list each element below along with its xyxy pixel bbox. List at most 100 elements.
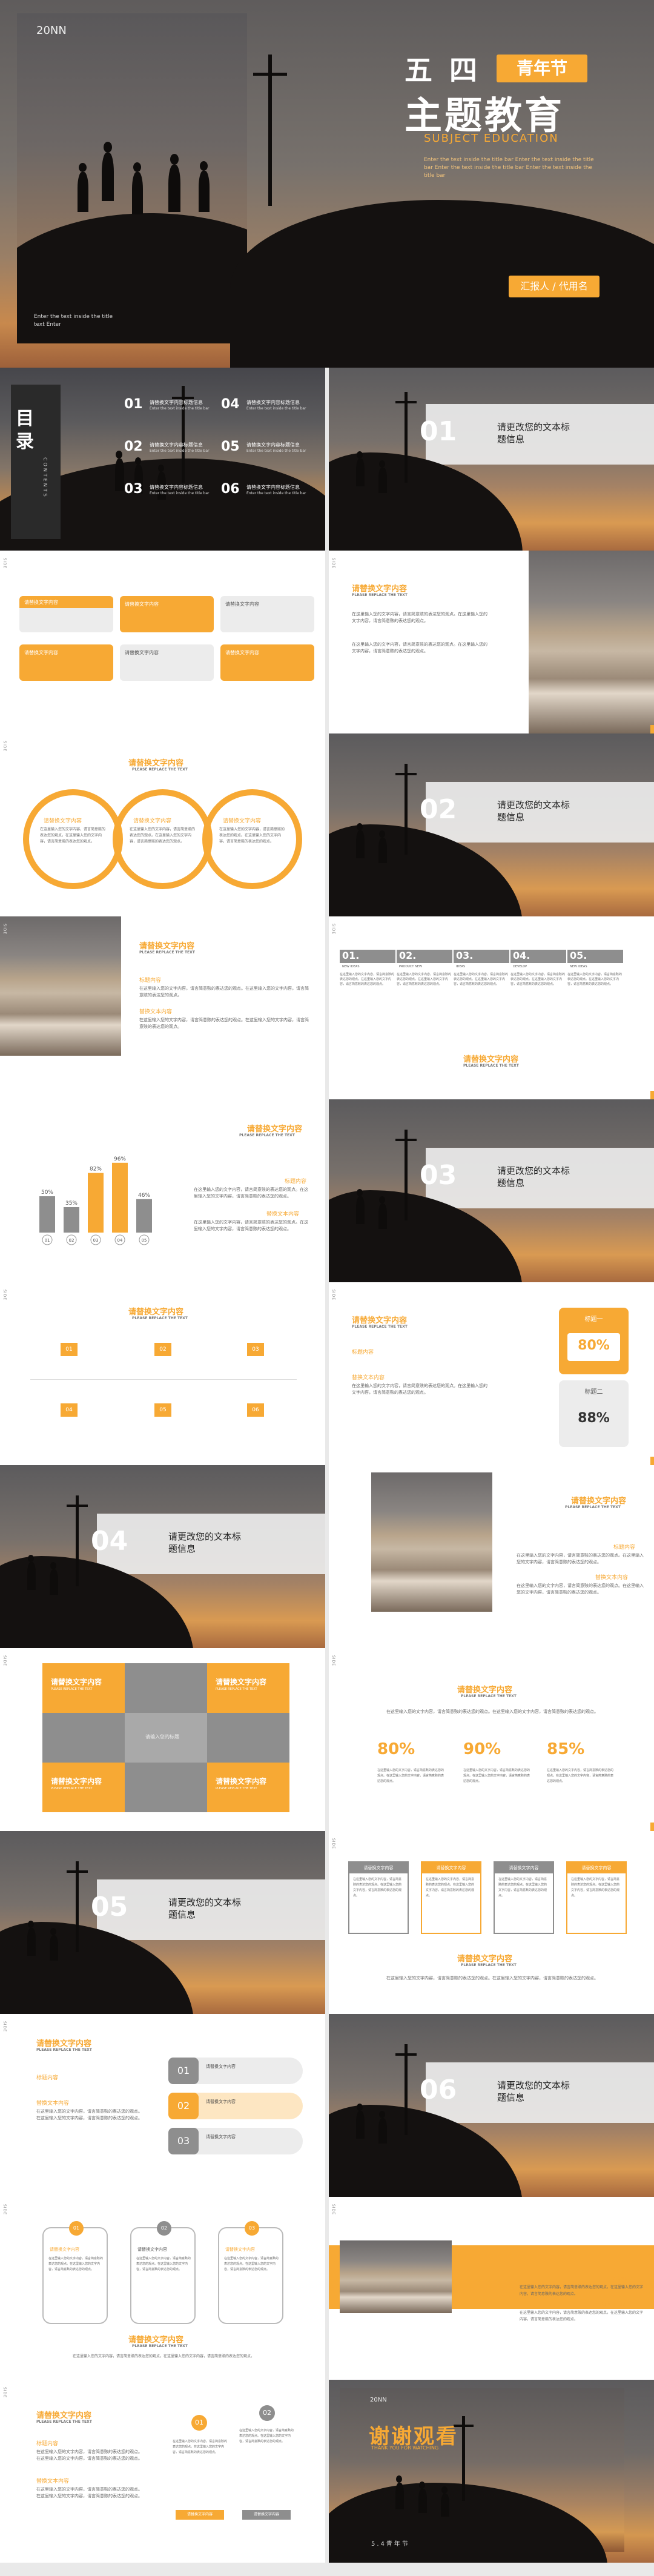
cover-reporter-text: 汇报人 / 代用名 — [520, 280, 588, 292]
cell-sub: PLEASE REPLACE THE TEXT — [216, 1687, 257, 1691]
grid-slide[interactable]: 请替换文字内容 PLEASE REPLACE THE TEXT 请替换文字内容 PL… — [0, 1648, 325, 1831]
cell-title: 请替换文字内容 — [216, 1777, 267, 1786]
mountain-photo — [340, 2240, 452, 2313]
slide-title: 请替换文字内容 — [463, 1055, 519, 1064]
cards-slide[interactable]: SIDE 请替换文字内容 请替换文字内容 请替换文字内容 请替换文字内容 请替换… — [0, 551, 325, 733]
corner-accent — [650, 725, 654, 733]
slide-subtitle: PLEASE REPLACE THE TEXT — [132, 1316, 188, 1320]
bar-04 — [112, 1162, 128, 1233]
grid-cell-2 — [125, 1663, 207, 1713]
side-label: SIDE — [2, 2387, 7, 2398]
slide-body: 在这里输入您的文字内容，请言简意赅的表达您的观点。在这里输入您的文字内容，请言简… — [352, 642, 487, 654]
bar-chart-slide[interactable]: 请替换文字内容 PLEASE REPLACE THE TEXT 50% 01 35%… — [0, 1099, 325, 1282]
card-title: 请替换文字内容 — [125, 650, 159, 655]
col-label: PRODUCT NEW — [399, 965, 422, 968]
step-3[interactable]: 03 请替换文字内容 — [168, 2128, 303, 2154]
col-2: 02. PRODUCT NEW — [397, 950, 452, 968]
steps-slide[interactable]: SIDE 请替换文字内容 PLEASE REPLACE THE TEXT 标题内… — [0, 2014, 325, 2197]
section-number: 01 — [420, 416, 457, 447]
photo-left-slide[interactable]: SIDE 请替换文字内容 PLEASE REPLACE THE TEXT 标题内… — [0, 916, 325, 1099]
card-3[interactable]: 请替换文字内容 — [220, 596, 314, 632]
bar-01 — [39, 1196, 55, 1233]
photo-text-slide[interactable]: 请替换文字内容 PLEASE REPLACE THE TEXT 标题内容 在这里… — [329, 1465, 654, 1648]
buttons-slide[interactable]: SIDE 请替换文字内容 PLEASE REPLACE THE TEXT 标题内… — [0, 2380, 325, 2563]
card-2[interactable]: 请替换文字内容 — [120, 596, 214, 632]
section-06-slide[interactable]: 06 请更改您的文本标题信息 — [329, 2014, 654, 2197]
step-title: 请替换文字内容 — [206, 2134, 236, 2139]
item-01: 01 — [61, 1343, 78, 1356]
step-2[interactable]: 02 请替换文字内容 — [168, 2093, 303, 2119]
step-1[interactable]: 01 请替换文字内容 — [168, 2058, 303, 2084]
item-num: 05 — [159, 1407, 167, 1413]
card-1[interactable]: 请替换文字内容 — [19, 596, 113, 632]
cover-badge-text: 青年节 — [516, 58, 567, 78]
pct-3: 85% — [547, 1740, 585, 1758]
slide-subtitle: PLEASE REPLACE THE TEXT — [352, 593, 408, 597]
toc-item-desc: Enter the text inside the title bar — [246, 449, 306, 453]
slide-body: 在这里输入您的文字内容，请言简意赅的表达您的观点。在这里输入您的文字内容，请言简… — [36, 2449, 142, 2461]
section-02-slide[interactable]: 02 请更改您的文本标题信息 — [329, 733, 654, 916]
progress-label: 标题一 — [584, 1316, 603, 1323]
progress-slide[interactable]: SIDE 请替换文字内容 PLEASE REPLACE THE TEXT 标题内… — [329, 1282, 654, 1465]
slide-subtitle: PLEASE REPLACE THE TEXT — [352, 1325, 408, 1329]
toc-item-desc: Enter the text inside the title bar — [150, 491, 210, 495]
col-body: 在这里输入您的文字内容，请言简意赅的表达您的观点。在这里输入您的文字内容，请言简… — [340, 973, 395, 986]
side-label: SIDE — [2, 924, 7, 935]
slide-body: 在这里输入您的文字内容，请言简意赅的表达您的观点。在这里输入您的文字内容，请言简… — [36, 2487, 142, 2498]
three-cards-slide[interactable]: SIDE 01 请替换文字内容 在这里输入您的文字内容，请言简意赅的表达您的观点。在… — [0, 2197, 325, 2380]
card-5[interactable]: 请替换文字内容 — [120, 644, 214, 681]
cell-title: 请替换文字内容 — [51, 1777, 102, 1786]
thanks-slide[interactable]: 20NN 谢谢观看 THANK YOU FOR WATCHING 5.4青年节 — [329, 2380, 654, 2563]
five-columns-slide[interactable]: SIDE 01. NEW IDEAS 02. PRODUCT NEW 03. IDEA… — [329, 916, 654, 1099]
box-title: 请替换文字内容 — [436, 1866, 466, 1870]
slide-body: 在这里输入您的文字内容，请言简意赅的表达您的观点。在这里输入您的文字内容，请言简… — [36, 2109, 142, 2121]
slide-body: 在这里输入您的文字内容，请言简意赅的表达您的观点。在这里输入您的文字内容，请言简… — [517, 1583, 644, 1595]
toc-item-title: 请替换文字内容标题信息 — [246, 485, 300, 490]
corner-accent — [650, 1457, 654, 1465]
section-01-slide[interactable]: 01 请更改您的文本标题信息 — [329, 368, 654, 551]
section-04-slide[interactable]: 04 请更改您的文本标题信息 — [0, 1465, 325, 1648]
section-number: 06 — [420, 2074, 457, 2105]
col-5: 05. NEW IDEAS — [567, 950, 623, 968]
percent-slide[interactable]: SIDE 请替换文字内容 PLEASE REPLACE THE TEXT 在这里… — [329, 1648, 654, 1831]
item-num: 04 — [65, 1407, 73, 1413]
toc-panel: 目 录 CONTENTS — [11, 385, 61, 539]
cover-slide[interactable]: Enter the text inside the title text Ent… — [0, 0, 654, 368]
text-photo-slide[interactable]: SIDE 请替换文字内容 PLEASE REPLACE THE TEXT 在这里… — [329, 551, 654, 733]
slide-subtitle: PLEASE REPLACE THE TEXT — [461, 1694, 517, 1698]
side-label: SIDE — [331, 2204, 335, 2215]
label-a: 标题内容 — [352, 1349, 374, 1356]
col-num: 01. — [342, 950, 360, 961]
slide-subtitle: PLEASE REPLACE THE TEXT — [463, 1064, 519, 1068]
thanks-foot: 5.4青年节 — [371, 2541, 410, 2548]
bar-label: 82% — [90, 1167, 102, 1173]
toc-title: 目 录 — [16, 408, 34, 452]
item-06: 06 — [247, 1403, 264, 1417]
label-b: 替换文本内容 — [266, 1211, 300, 1217]
label-a: 标题内容 — [139, 978, 162, 984]
card-title: 请替换文字内容 — [225, 650, 259, 655]
button-b[interactable]: 请替换文字内容 — [242, 2510, 291, 2520]
col-label: DEVELOP — [513, 965, 527, 968]
tcard-body: 在这里输入您的文字内容，请言简意赅的表达您的观点。在这里输入您的文字内容，请言简… — [48, 2257, 104, 2271]
four-boxes-slide[interactable]: SIDE 请替换文字内容 在这里输入您的文字内容，请言简意赅的表达您的观点。在这里… — [329, 1831, 654, 2014]
side-label: SIDE — [331, 558, 335, 569]
six-items-slide[interactable]: SIDE 请替换文字内容 PLEASE REPLACE THE TEXT 01 … — [0, 1282, 325, 1465]
item-05: 05 — [154, 1403, 171, 1417]
card-6[interactable]: 请替换文字内容 — [220, 644, 314, 681]
photo-band-slide[interactable]: 标题内容 在这里输入您的文字内容，请言简意赅的表达您的观点。在这里输入您的文字内… — [329, 2197, 654, 2380]
section-03-slide[interactable]: 03 请更改您的文本标题信息 — [329, 1099, 654, 1282]
item-04: 04 — [61, 1403, 78, 1417]
slide-body: 在这里输入您的文字内容，请言简意赅的表达您的观点。在这里输入您的文字内容，请言简… — [139, 1018, 309, 1029]
rings-slide[interactable]: SIDE 请替换文字内容 PLEASE REPLACE THE TEXT 请替换… — [0, 733, 325, 916]
section-05-slide[interactable]: 05 请更改您的文本标题信息 — [0, 1831, 325, 2014]
col-num: 02. — [399, 950, 417, 961]
card-4[interactable]: 请替换文字内容 — [19, 644, 113, 681]
circle-body: 在这里输入您的文字内容，请言简意赅的表达您的观点。在这里输入您的文字内容，请言简… — [173, 2440, 228, 2454]
button-a[interactable]: 请替换文字内容 — [176, 2510, 224, 2520]
toc-item-desc: Enter the text inside the title bar — [246, 406, 306, 411]
bar-02 — [64, 1207, 79, 1233]
toc-slide[interactable]: 目 录 CONTENTS 01 请替换文字内容标题信息 Enter the te… — [0, 368, 325, 551]
label-a: 标题内容 — [36, 2441, 59, 2447]
corner-accent — [650, 1091, 654, 1099]
